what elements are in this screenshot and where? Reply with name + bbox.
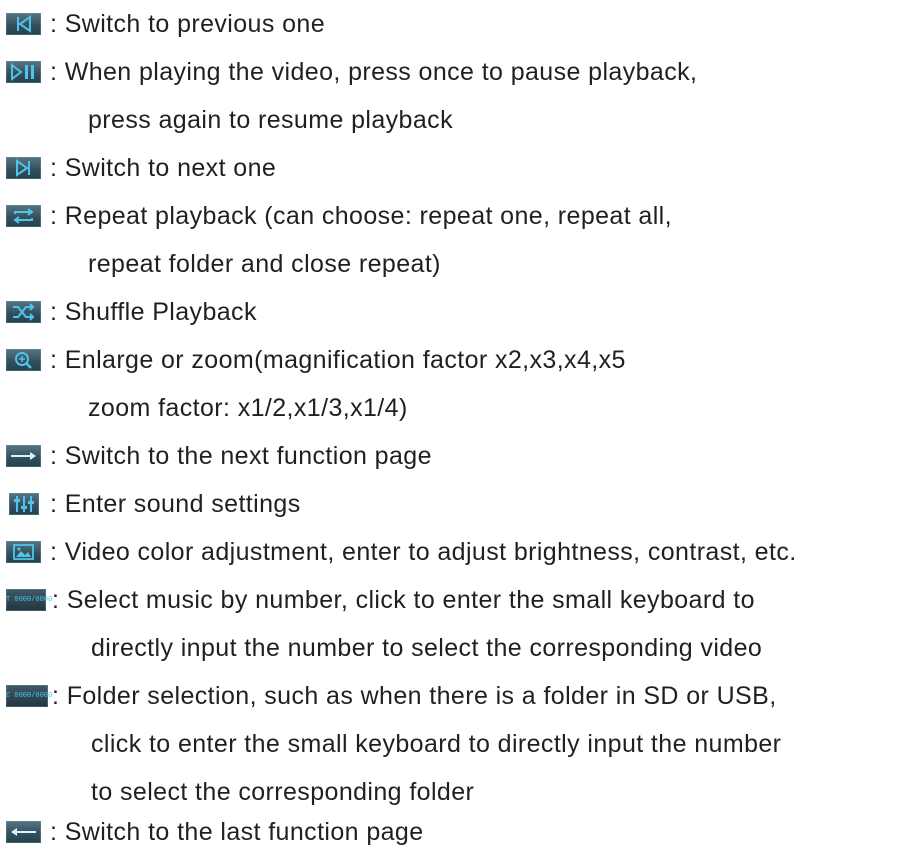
next-icon bbox=[6, 157, 41, 179]
shuffle-icon bbox=[6, 301, 41, 323]
item-label: : Switch to next one bbox=[50, 154, 277, 182]
item-label: : When playing the video, press once to … bbox=[50, 58, 698, 86]
item-label: : Shuffle Playback bbox=[50, 298, 257, 326]
repeat-icon bbox=[6, 205, 41, 227]
item-label: : Switch to the last function page bbox=[50, 818, 424, 846]
track-number-icon: T 0000/0000 bbox=[6, 589, 53, 611]
track-number-label: T 0000/0000 bbox=[6, 596, 53, 604]
list-item-previous: : Switch to previous one bbox=[6, 0, 896, 48]
list-item-repeat: : Repeat playback (can choose: repeat on… bbox=[6, 192, 896, 240]
item-label-continued: repeat folder and close repeat) bbox=[88, 250, 441, 278]
item-label: : Switch to previous one bbox=[50, 10, 326, 38]
list-item-next: : Switch to next one bbox=[6, 144, 896, 192]
list-item-folder-number: C 0000/0000 : Folder selection, such as … bbox=[6, 672, 896, 720]
list-item-zoom: : Enlarge or zoom(magnification factor x… bbox=[6, 336, 896, 384]
zoom-icon bbox=[6, 349, 41, 371]
item-label: : Enlarge or zoom(magnification factor x… bbox=[50, 346, 626, 374]
item-label-continued: directly input the number to select the … bbox=[91, 634, 763, 662]
play-pause-icon bbox=[6, 61, 41, 83]
previous-icon bbox=[6, 13, 41, 35]
item-label: : Repeat playback (can choose: repeat on… bbox=[50, 202, 672, 230]
item-label: : Video color adjustment, enter to adjus… bbox=[50, 538, 797, 566]
item-label: : Enter sound settings bbox=[50, 490, 301, 518]
previous-page-arrow-icon bbox=[6, 821, 41, 843]
list-item-previous-page: : Switch to the last function page bbox=[6, 808, 896, 856]
list-item-track-number: T 0000/0000 : Select music by number, cl… bbox=[6, 576, 896, 624]
list-item-next-page: : Switch to the next function page bbox=[6, 432, 896, 480]
item-label: : Switch to the next function page bbox=[50, 442, 432, 470]
list-item-video-color: : Video color adjustment, enter to adjus… bbox=[6, 528, 906, 576]
list-item-shuffle: : Shuffle Playback bbox=[6, 288, 896, 336]
item-label-continued: press again to resume playback bbox=[88, 106, 453, 134]
item-label: : Select music by number, click to enter… bbox=[52, 586, 755, 614]
next-page-arrow-icon bbox=[6, 445, 41, 467]
picture-icon bbox=[6, 541, 41, 563]
item-label: : Folder selection, such as when there i… bbox=[52, 682, 777, 710]
list-item-sound-settings: : Enter sound settings bbox=[6, 480, 896, 528]
sound-settings-icon bbox=[9, 493, 39, 515]
folder-number-label: C 0000/0000 bbox=[6, 692, 53, 700]
list-item-play-pause: : When playing the video, press once to … bbox=[6, 48, 896, 96]
item-label-continued: click to enter the small keyboard to dir… bbox=[91, 730, 782, 758]
item-label-continued: zoom factor: x1/2,x1/3,x1/4) bbox=[88, 394, 408, 422]
folder-number-icon: C 0000/0000 bbox=[6, 685, 53, 707]
